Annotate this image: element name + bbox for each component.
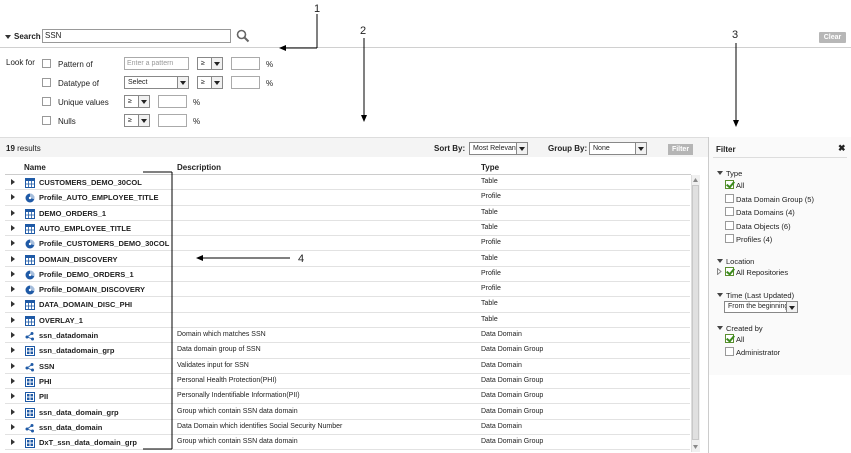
callout-2: 2 — [360, 25, 367, 37]
callout-3: 3 — [732, 29, 739, 41]
callout-1: 1 — [314, 3, 321, 15]
callout-overlay — [143, 14, 739, 450]
callout-4: 4 — [298, 253, 305, 265]
